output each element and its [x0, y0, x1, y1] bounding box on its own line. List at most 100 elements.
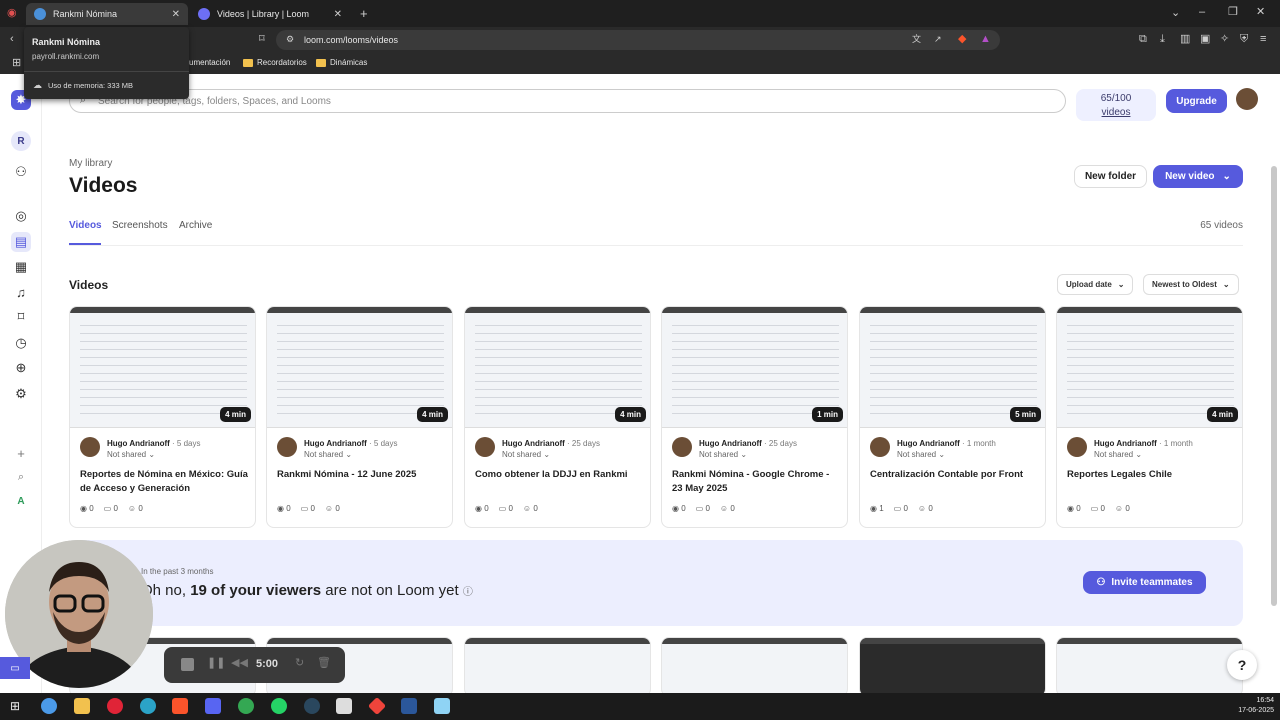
sort-field-dropdown[interactable]: Upload date ⌄ [1057, 274, 1134, 295]
bookmark-folder[interactable]: umentación [189, 58, 230, 67]
apps-icon[interactable]: ⊞ [12, 58, 21, 69]
notifications-icon[interactable]: ♫ [11, 282, 31, 302]
video-card-thumbnail[interactable] [859, 637, 1046, 693]
workspace-avatar[interactable]: R [11, 131, 31, 151]
search-input[interactable]: ⌕ Search for people, tags, folders, Spac… [69, 89, 1066, 113]
notepad-icon[interactable] [434, 698, 450, 714]
anydesk-icon[interactable] [367, 696, 387, 716]
bookmark-folder[interactable]: Dinámicas [316, 58, 367, 67]
video-thumbnail[interactable]: 4 min [1057, 307, 1242, 428]
video-thumbnail[interactable]: 4 min [267, 307, 452, 428]
search-icon[interactable]: ⌕ [11, 467, 31, 487]
sort-order-dropdown[interactable]: Newest to Oldest ⌄ [1143, 274, 1239, 295]
close-window-icon[interactable]: ✕ [1256, 7, 1265, 18]
video-thumbnail[interactable]: 1 min [662, 307, 847, 428]
new-tab-icon[interactable]: + [360, 7, 368, 20]
file-explorer-icon[interactable] [74, 698, 90, 714]
pause-icon[interactable]: ❚❚ [207, 656, 225, 669]
close-tab-icon[interactable]: ✕ [334, 9, 342, 20]
calendar-icon[interactable]: ▦ [11, 257, 31, 277]
download-icon[interactable]: ⤓ [1160, 34, 1165, 45]
video-thumbnail[interactable]: 4 min [70, 307, 255, 428]
video-thumbnail[interactable]: 4 min [465, 307, 650, 428]
sharing-status[interactable]: Not shared ⌄ [1094, 450, 1142, 459]
close-tab-icon[interactable]: ✕ [172, 9, 180, 20]
add-member-icon[interactable]: ⚇ [11, 162, 31, 182]
wallet-icon[interactable]: ▣ [1200, 34, 1210, 45]
menu-icon[interactable]: ≡ [1260, 34, 1266, 45]
scrollbar[interactable] [1271, 166, 1277, 606]
video-card[interactable]: 1 min Hugo Andrianoff · 25 days Not shared… [661, 306, 848, 528]
rewind-icon[interactable]: ◀◀ [231, 656, 248, 669]
sharing-status[interactable]: Not shared ⌄ [897, 450, 945, 459]
whatsapp-icon[interactable] [271, 698, 287, 714]
video-title[interactable]: Rankmi Nómina - 12 June 2025 [277, 468, 447, 482]
restore-icon[interactable]: ❐ [1228, 7, 1238, 18]
stop-icon[interactable] [181, 658, 194, 671]
tab-loom[interactable]: Videos | Library | Loom ✕ [190, 3, 350, 25]
system-clock[interactable]: 16:54 17-06-2025 [1238, 696, 1274, 716]
browser-menu-icon[interactable]: ◉ [7, 8, 17, 19]
tab-search-icon[interactable]: ⌄ [1171, 8, 1180, 19]
bookmarks-icon[interactable]: ⌑ [11, 307, 31, 327]
word-icon[interactable] [401, 698, 417, 714]
info-icon[interactable]: ⓘ [463, 587, 473, 598]
url-field[interactable]: ⚙ loom.com/looms/videos 文 ↗ ◆ ▲ [276, 30, 1000, 50]
user-avatar[interactable] [1236, 88, 1258, 110]
extensions-icon[interactable]: ⧉ [1139, 34, 1147, 45]
video-card[interactable]: 4 min Hugo Andrianoff · 5 days Not shared … [69, 306, 256, 528]
video-title[interactable]: Reportes de Nómina en México: Guía de Ac… [80, 468, 250, 496]
steam-icon[interactable] [304, 698, 320, 714]
new-video-button[interactable]: New video ⌄ [1153, 165, 1243, 188]
trash-icon[interactable]: 🗑 [317, 656, 331, 669]
library-icon[interactable]: ▤ [11, 232, 31, 252]
bookmark-icon[interactable]: ⌑ [259, 34, 265, 45]
opera-icon[interactable] [107, 698, 123, 714]
invite-teammates-button[interactable]: ⚇ Invite teammates [1083, 571, 1206, 594]
tab-archive[interactable]: Archive [179, 220, 212, 231]
copilot-icon[interactable] [41, 698, 57, 714]
video-card-thumbnail[interactable] [1056, 637, 1243, 693]
brave-shield-icon[interactable]: ◆ [958, 34, 966, 45]
leo-ai-icon[interactable]: ✧ [1220, 34, 1229, 45]
help-button[interactable]: ? [1227, 650, 1257, 680]
video-card[interactable]: 4 min Hugo Andrianoff · 5 days Not shared … [266, 306, 453, 528]
video-card[interactable]: 5 min Hugo Andrianoff · 1 month Not shared… [859, 306, 1046, 528]
video-title[interactable]: Como obtener la DDJJ en Rankmi [475, 468, 645, 482]
video-card[interactable]: 4 min Hugo Andrianoff · 1 month Not shared… [1056, 306, 1243, 528]
video-title[interactable]: Rankmi Nómina - Google Chrome - 23 May 2… [672, 468, 842, 496]
profile-icon[interactable]: ◎ [11, 206, 31, 226]
translate-icon[interactable]: 文 [912, 35, 921, 44]
add-icon[interactable]: + [11, 443, 31, 463]
space-avatar[interactable]: A [11, 491, 31, 511]
gift-icon[interactable]: ⊕ [11, 358, 31, 378]
video-title[interactable]: Centralización Contable por Front [870, 468, 1040, 482]
brave-rewards-icon[interactable]: ▲ [980, 34, 991, 45]
discord-icon[interactable] [205, 698, 221, 714]
edge-icon[interactable] [140, 698, 156, 714]
windows-start-icon[interactable]: ⊞ [10, 699, 20, 713]
store-icon[interactable] [336, 698, 352, 714]
sharing-status[interactable]: Not shared ⌄ [304, 450, 352, 459]
video-quota-badge[interactable]: 65/100 videos [1076, 89, 1156, 121]
video-card-thumbnail[interactable] [464, 637, 651, 693]
video-card[interactable]: 4 min Hugo Andrianoff · 25 days Not shared… [464, 306, 651, 528]
sharing-status[interactable]: Not shared ⌄ [699, 450, 747, 459]
chrome-icon[interactable] [238, 698, 254, 714]
settings-icon[interactable]: ⚙ [11, 384, 31, 404]
sharing-status[interactable]: Not shared ⌄ [502, 450, 550, 459]
tab-videos[interactable]: Videos [69, 220, 102, 231]
history-icon[interactable]: ◷ [11, 333, 31, 353]
minimize-icon[interactable]: – [1199, 7, 1205, 18]
upgrade-button[interactable]: Upgrade [1166, 89, 1227, 113]
new-folder-button[interactable]: New folder [1074, 165, 1147, 188]
site-info-icon[interactable]: ⚙ [286, 35, 294, 44]
sharing-status[interactable]: Not shared ⌄ [107, 450, 155, 459]
video-title[interactable]: Reportes Legales Chile [1067, 468, 1237, 482]
share-icon[interactable]: ↗ [934, 35, 942, 44]
video-card-thumbnail[interactable] [661, 637, 848, 693]
sidebar-toggle-icon[interactable]: ▥ [1180, 34, 1190, 45]
tab-screenshots[interactable]: Screenshots [112, 220, 168, 231]
bookmark-folder[interactable]: Recordatorios [243, 58, 307, 67]
restart-icon[interactable]: ↻ [295, 656, 304, 669]
